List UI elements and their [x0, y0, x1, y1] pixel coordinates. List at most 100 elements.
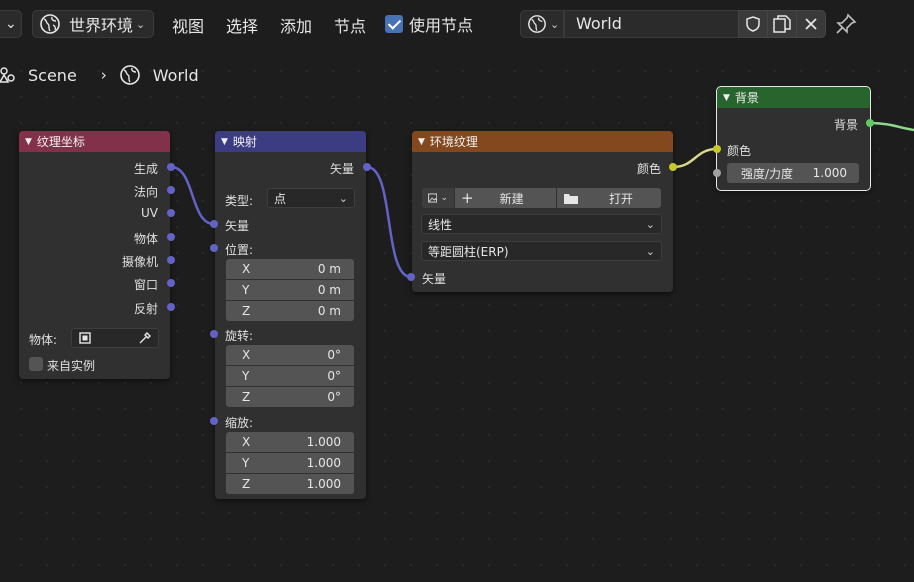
socket-background-out[interactable]	[866, 119, 874, 127]
location-y-field[interactable]: Y0 m	[226, 280, 354, 300]
socket-envtex-color-out[interactable]	[669, 163, 677, 171]
collapse-icon[interactable]: ▼	[723, 93, 730, 103]
open-image-button[interactable]: 打开	[557, 188, 661, 208]
interpolation-dropdown[interactable]: 线性 ⌄	[421, 214, 662, 234]
chevron-down-icon: ⌄	[136, 17, 146, 31]
location-label: 位置:	[225, 243, 254, 257]
node-header[interactable]: ▼ 映射	[215, 131, 366, 152]
projection-dropdown[interactable]: 等距圆柱(ERP) ⌄	[421, 241, 662, 261]
duplicate-icon	[773, 15, 791, 33]
socket-mapping-vector-in[interactable]	[210, 220, 218, 228]
duplicate-button[interactable]	[767, 10, 797, 38]
checkbox-icon	[385, 15, 403, 33]
breadcrumb-world: World	[152, 65, 199, 85]
unlink-button[interactable]	[796, 10, 826, 38]
chevron-down-icon: ⌄	[338, 191, 348, 205]
output-color: 颜色	[636, 162, 661, 176]
output-generated: 生成	[133, 162, 158, 176]
node-title: 环境纹理	[429, 135, 478, 149]
object-label: 物体:	[29, 333, 58, 347]
rotation-z-field[interactable]: Z 0°	[226, 387, 354, 407]
collapse-icon[interactable]: ▼	[418, 137, 425, 147]
strength-value: 1.000	[812, 166, 847, 180]
projection-value: 等距圆柱(ERP)	[428, 244, 509, 259]
node-environment-texture[interactable]: ▼ 环境纹理 颜色 ⌄ + 新建 打开 线性 ⌄ 等距圆柱(ERP) ⌄ 矢量	[412, 131, 673, 292]
new-image-button[interactable]: + 新建	[455, 188, 556, 208]
new-label: 新建	[499, 191, 524, 206]
socket-generated[interactable]	[167, 163, 175, 171]
input-vector-label: 矢量	[225, 219, 250, 233]
node-header[interactable]: ▼ 背景	[717, 87, 870, 108]
node-background[interactable]: ▼ 背景 背景 颜色 强度/力度 1.000	[716, 86, 871, 191]
shader-type-dropdown[interactable]: 世界环境 ⌄	[32, 10, 154, 38]
plus-icon: +	[461, 189, 474, 207]
menu-node[interactable]: 节点	[334, 13, 366, 37]
rotation-y-field[interactable]: Y 0°	[226, 366, 354, 386]
collapse-icon[interactable]: ▼	[25, 137, 32, 147]
rotation-label: 旋转:	[225, 329, 254, 343]
object-icon	[79, 332, 91, 344]
folder-icon	[564, 194, 578, 204]
image-browse-button[interactable]: ⌄	[422, 188, 454, 208]
socket-object[interactable]	[167, 233, 175, 241]
type-dropdown[interactable]: 点 ⌄	[267, 188, 355, 208]
socket-scale[interactable]	[210, 417, 218, 425]
rotation-x-field[interactable]: X 0°	[226, 345, 354, 365]
world-name-field[interactable]: World	[564, 10, 740, 38]
world-browse-button[interactable]: ⌄	[520, 10, 564, 38]
menu-view[interactable]: 视图	[172, 13, 204, 37]
socket-normal[interactable]	[167, 186, 175, 194]
socket-envtex-vector-in[interactable]	[407, 273, 415, 281]
world-icon	[528, 15, 546, 33]
image-icon	[428, 193, 438, 203]
node-texture-coordinate[interactable]: ▼ 纹理坐标 生成 法向 UV 物体 摄像机 窗口 反射 物体: 来自实例	[19, 131, 170, 379]
socket-rotation[interactable]	[210, 330, 218, 338]
type-value: 点	[274, 191, 287, 206]
scene-icon	[0, 67, 15, 83]
scale-label: 缩放:	[225, 416, 254, 430]
socket-mapping-vector-out[interactable]	[363, 163, 371, 171]
strength-label: 强度/力度	[741, 166, 794, 181]
strength-field[interactable]: 强度/力度 1.000	[727, 163, 859, 183]
socket-uv[interactable]	[167, 209, 175, 217]
output-camera: 摄像机	[121, 255, 158, 269]
node-mapping[interactable]: ▼ 映射 矢量 类型: 点 ⌄ 矢量 位置: X0 m Y0 m Z0 m 旋转…	[215, 131, 366, 499]
menu-add[interactable]: 添加	[280, 13, 312, 37]
from-instancer-label: 来自实例	[47, 359, 96, 373]
from-instancer-checkbox[interactable]	[29, 357, 43, 371]
socket-window[interactable]	[167, 279, 175, 287]
location-z-field[interactable]: Z0 m	[226, 301, 354, 321]
menu-select[interactable]: 选择	[226, 13, 258, 37]
breadcrumb-scene: Scene	[28, 65, 77, 85]
location-x-field[interactable]: X0 m	[226, 259, 354, 279]
socket-location[interactable]	[210, 244, 218, 252]
socket-background-color-in[interactable]	[713, 145, 721, 153]
editor-type-button[interactable]: ⌄	[0, 10, 22, 38]
scale-y-field[interactable]: Y 1.000	[226, 453, 354, 473]
world-icon	[40, 14, 60, 34]
socket-reflection[interactable]	[167, 303, 175, 311]
color-input-label: 颜色	[727, 144, 752, 158]
scale-z-field[interactable]: Z 1.000	[226, 474, 354, 494]
node-header[interactable]: ▼ 环境纹理	[412, 131, 673, 152]
use-nodes-toggle[interactable]: 使用节点	[385, 10, 473, 38]
output-normal: 法向	[133, 185, 158, 199]
output-background: 背景	[833, 118, 858, 132]
type-label: 类型:	[225, 194, 254, 208]
socket-camera[interactable]	[167, 256, 175, 264]
node-header[interactable]: ▼ 纹理坐标	[19, 131, 170, 152]
node-title: 映射	[232, 135, 257, 149]
use-nodes-label: 使用节点	[409, 16, 474, 35]
object-field[interactable]	[71, 328, 159, 348]
node-title: 背景	[734, 91, 759, 105]
eyedropper-icon[interactable]	[138, 331, 152, 345]
scale-x-field[interactable]: X 1.000	[226, 432, 354, 452]
breadcrumb: Scene › World	[0, 62, 199, 88]
pin-button[interactable]	[834, 12, 858, 40]
open-label: 打开	[609, 191, 634, 206]
chevron-down-icon: ⌄	[550, 17, 560, 31]
collapse-icon[interactable]: ▼	[221, 137, 228, 147]
link-background-out	[869, 121, 914, 132]
fake-user-button[interactable]	[738, 10, 768, 38]
socket-strength-in[interactable]	[713, 169, 721, 177]
